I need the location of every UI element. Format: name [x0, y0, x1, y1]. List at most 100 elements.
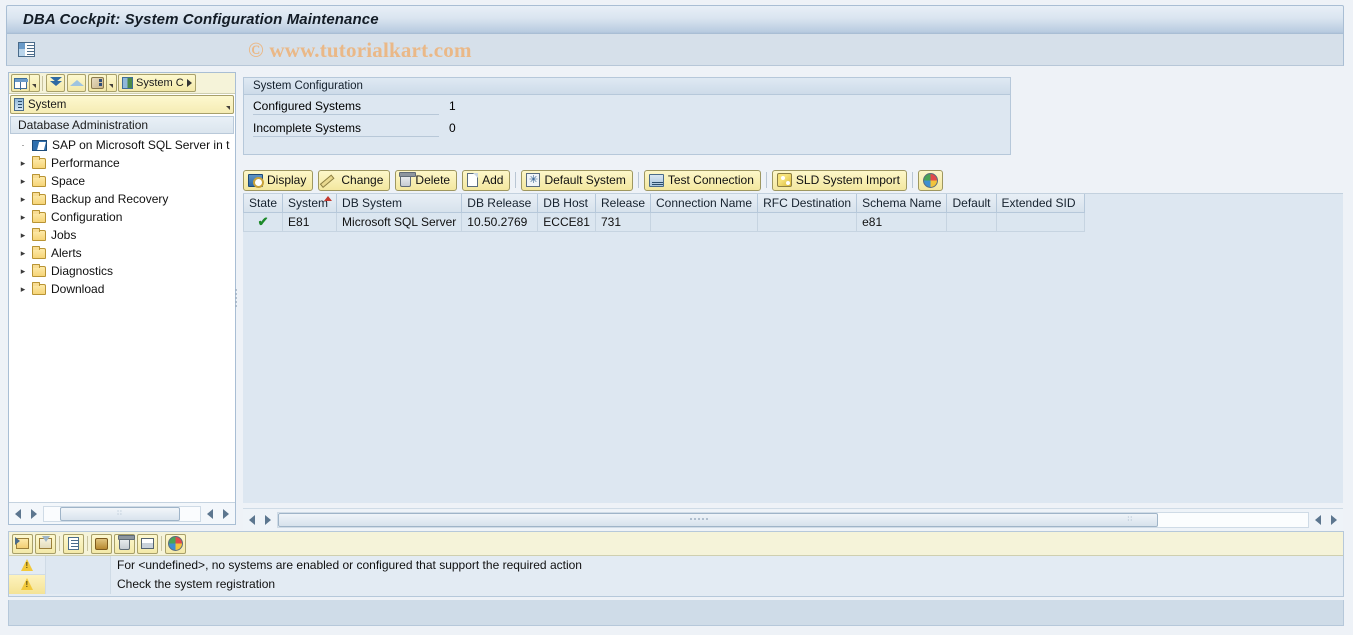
table-view-dropdown-icon[interactable] [29, 74, 40, 92]
message-icon-cell [9, 574, 46, 594]
cell-release: 731 [594, 212, 652, 232]
sidebar-item-jobs[interactable]: ▸ Jobs [13, 226, 235, 244]
message-panel: For <undefined>, no systems are enabled … [8, 531, 1344, 597]
chevron-right-icon[interactable]: ▸ [19, 158, 27, 168]
delete-icon[interactable] [114, 533, 135, 554]
scroll-right-icon[interactable] [261, 512, 275, 528]
scroll-right-icon[interactable] [27, 506, 41, 522]
scroll-right-icon[interactable] [1327, 512, 1341, 528]
add-button[interactable]: Add [462, 169, 511, 191]
sidebar-horizontal-scrollbar[interactable]: ∷ [9, 502, 235, 524]
chevron-right-icon[interactable]: ▸ [19, 284, 27, 294]
navigation-sidebar: System C System Database Administration … [8, 72, 236, 525]
column-header-rfc-destination[interactable]: RFC Destination [757, 194, 858, 213]
sidebar-item-performance[interactable]: ▸ Performance [13, 154, 235, 172]
scrollbar-track[interactable]: ∷ [43, 505, 201, 522]
sidebar-item-label: Alerts [51, 246, 82, 260]
scroll-left-icon[interactable] [1311, 512, 1325, 528]
chevron-right-icon [186, 79, 192, 87]
print-icon[interactable] [137, 533, 158, 554]
column-header-extended-sid[interactable]: Extended SID [995, 194, 1085, 213]
chevron-right-icon[interactable]: ▸ [19, 266, 27, 276]
color-wheel-icon[interactable] [165, 533, 186, 554]
configured-systems-label: Configured Systems [253, 97, 439, 115]
table-header-row: State System DB System DB Release DB Hos… [242, 194, 1085, 213]
sld-system-import-button-label: SLD System Import [795, 173, 900, 187]
sidebar-item-diagnostics[interactable]: ▸ Diagnostics [13, 262, 235, 280]
folder-icon [32, 191, 46, 205]
cell-db-release: 10.50.2769 [461, 212, 539, 232]
scroll-left-icon[interactable] [11, 506, 25, 522]
column-header-db-system[interactable]: DB System [336, 194, 463, 213]
navigation-tree: · SAP on Microsoft SQL Server in t ▸ Per… [9, 134, 235, 298]
cell-rfc-destination [757, 212, 858, 232]
folder-icon [32, 281, 46, 295]
configured-systems-row: Configured Systems 1 [244, 95, 1010, 117]
row-state-cell[interactable]: ✔ [242, 212, 284, 232]
default-system-button-label: Default System [544, 173, 626, 187]
filter-delete-icon[interactable] [35, 533, 56, 554]
test-connection-button[interactable]: Test Connection [643, 169, 761, 191]
chevron-right-icon[interactable]: ▸ [19, 230, 27, 240]
wand-icon [776, 173, 792, 187]
sidebar-item-sap-on-sql-server[interactable]: · SAP on Microsoft SQL Server in t [13, 136, 235, 154]
window-title-bar: DBA Cockpit: System Configuration Mainte… [6, 5, 1344, 34]
scroll-left-icon[interactable] [245, 512, 259, 528]
table-row[interactable]: ✔ E81 Microsoft SQL Server 10.50.2769 EC… [242, 212, 1085, 232]
filter-set-icon[interactable] [12, 533, 33, 554]
message-row[interactable]: Check the system registration [9, 574, 1343, 594]
sidebar-system-button[interactable]: System C [118, 74, 196, 92]
column-header-default[interactable]: Default [946, 194, 997, 213]
chevron-down-icon[interactable] [226, 106, 230, 110]
scroll-left-icon[interactable] [203, 506, 217, 522]
detail-icon[interactable] [63, 533, 84, 554]
scrollbar-track[interactable]: ∷ [277, 511, 1309, 528]
display-button-label: Display [267, 173, 307, 187]
color-settings-button[interactable] [917, 169, 943, 191]
sidebar-system-dropdown[interactable]: System [10, 95, 234, 114]
folder-icon [32, 227, 46, 241]
vertical-splitter[interactable] [233, 280, 239, 316]
scroll-right-icon[interactable] [219, 506, 233, 522]
column-header-db-host[interactable]: DB Host [537, 194, 596, 213]
chevron-right-icon[interactable]: ▸ [19, 212, 27, 222]
trash-icon [118, 535, 135, 550]
delete-button[interactable]: Delete [395, 169, 458, 191]
scrollbar-thumb[interactable]: ∷ [278, 512, 1158, 527]
folder-icon [32, 245, 46, 259]
display-button[interactable]: Display [243, 169, 314, 191]
column-header-release[interactable]: Release [594, 194, 652, 213]
sld-system-import-button[interactable]: SLD System Import [771, 169, 907, 191]
sidebar-item-download[interactable]: ▸ Download [13, 280, 235, 298]
scrollbar-thumb[interactable]: ∷ [60, 506, 180, 521]
expand-all-icon[interactable] [46, 74, 65, 92]
sidebar-item-configuration[interactable]: ▸ Configuration [13, 208, 235, 226]
default-system-button[interactable]: ✳ Default System [521, 169, 633, 191]
sort-icon[interactable] [91, 533, 112, 554]
settings-dropdown-icon[interactable] [106, 74, 117, 92]
toolbar-divider [42, 75, 43, 91]
grid-horizontal-scrollbar[interactable]: ∷ [243, 508, 1343, 530]
incomplete-systems-value: 0 [449, 121, 456, 135]
sidebar-item-label: Backup and Recovery [51, 192, 169, 206]
dba-cockpit-window: DBA Cockpit: System Configuration Mainte… [0, 0, 1353, 635]
column-header-connection-name[interactable]: Connection Name [650, 194, 759, 213]
settings-icon[interactable] [88, 74, 107, 92]
column-header-system[interactable]: System [282, 194, 338, 213]
column-header-schema-name[interactable]: Schema Name [856, 194, 948, 213]
table-view-icon[interactable] [11, 74, 30, 92]
cell-schema-name: e81 [856, 212, 948, 232]
sidebar-item-alerts[interactable]: ▸ Alerts [13, 244, 235, 262]
change-button[interactable]: Change [318, 169, 391, 191]
sidebar-item-space[interactable]: ▸ Space [13, 172, 235, 190]
column-header-db-release[interactable]: DB Release [461, 194, 539, 213]
chevron-right-icon[interactable]: ▸ [19, 176, 27, 186]
list-view-icon[interactable] [18, 42, 35, 57]
horizontal-splitter[interactable] [690, 518, 708, 520]
chevron-right-icon[interactable]: ▸ [19, 248, 27, 258]
chevron-right-icon[interactable]: ▸ [19, 194, 27, 204]
message-row[interactable]: For <undefined>, no systems are enabled … [9, 555, 1343, 575]
collapse-all-icon[interactable] [67, 74, 86, 92]
sidebar-item-backup-and-recovery[interactable]: ▸ Backup and Recovery [13, 190, 235, 208]
column-header-state[interactable]: State [242, 194, 284, 213]
